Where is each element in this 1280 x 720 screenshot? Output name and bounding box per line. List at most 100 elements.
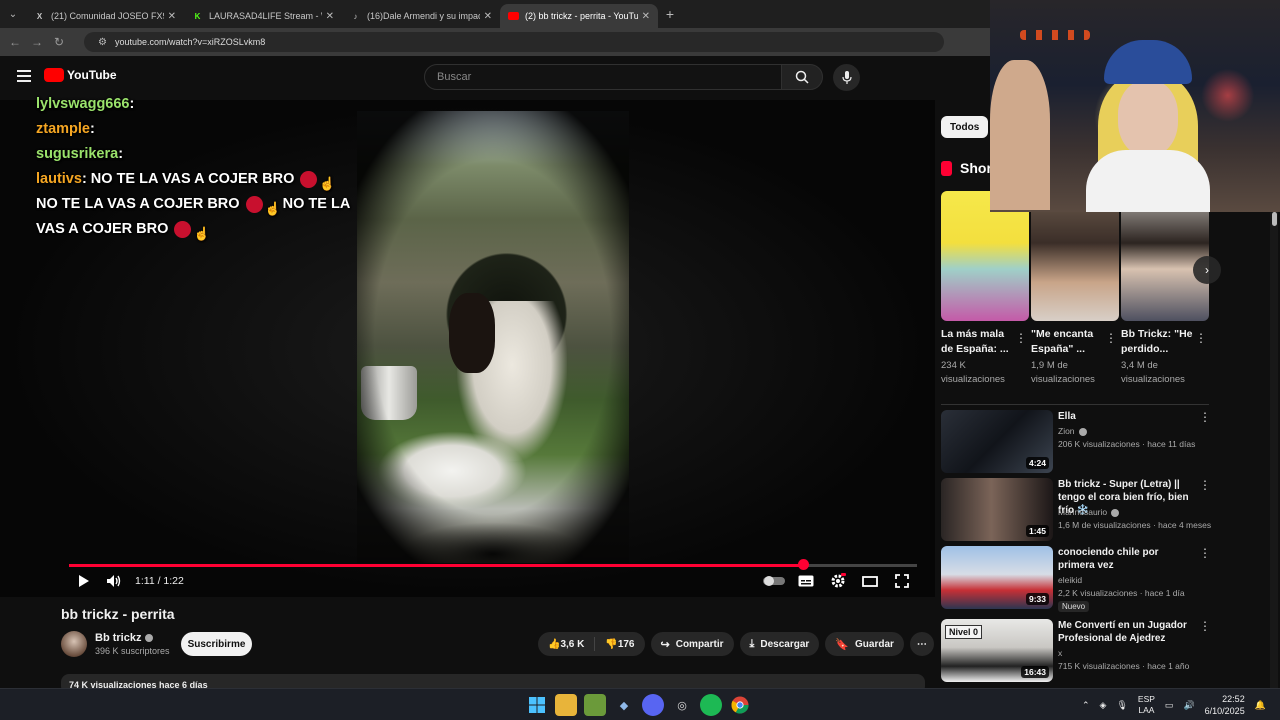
file-explorer-icon[interactable] xyxy=(555,694,577,716)
notification-bell-icon[interactable]: 🔔 xyxy=(1255,700,1266,711)
subscribe-button[interactable]: Suscribirme xyxy=(181,632,252,656)
chevron-up-icon[interactable]: ⌃ xyxy=(1082,700,1090,711)
short-title[interactable]: La más mala de España: ... xyxy=(941,327,1017,357)
fullscreen-button[interactable] xyxy=(887,570,917,592)
share-button[interactable]: ↪ Compartir xyxy=(650,632,734,656)
like-button[interactable]: 👍 3,6 K xyxy=(538,632,594,656)
recommendation-channel[interactable]: Zion xyxy=(1058,426,1087,436)
recommendation-channel[interactable]: Marinosaurio xyxy=(1058,507,1120,517)
recommendation-thumbnail[interactable]: 1:45 xyxy=(941,478,1053,541)
close-tab-icon[interactable]: ✕ xyxy=(168,11,176,22)
scrollbar-thumb[interactable] xyxy=(1272,212,1277,226)
recommendation-thumbnail[interactable]: 4:24 xyxy=(941,410,1053,473)
close-tab-icon[interactable]: ✕ xyxy=(484,11,492,22)
search-box[interactable] xyxy=(424,64,782,90)
chip-all[interactable]: Todos xyxy=(941,116,989,138)
save-label: Guardar xyxy=(855,638,894,650)
download-button[interactable]: ⤓ Descargar xyxy=(739,632,820,656)
xbox-app-icon[interactable] xyxy=(584,694,606,716)
github-desktop-icon[interactable]: ◎ xyxy=(671,694,693,716)
channel-name-row[interactable]: Bb trickz xyxy=(95,632,170,644)
recommendation-item[interactable]: 4:24 Ella Zion 206 K visualizaciones · h… xyxy=(941,410,1213,474)
tab-search-button[interactable]: ⌄ xyxy=(0,0,26,28)
recommendation-title[interactable]: Me Convertí en un Jugador Profesional de… xyxy=(1058,619,1198,645)
discord-icon[interactable] xyxy=(642,694,664,716)
recommendation-channel[interactable]: x xyxy=(1058,648,1062,658)
webcam-shirt xyxy=(1086,150,1210,212)
reload-icon[interactable]: ↻ xyxy=(48,35,70,49)
new-tab-button[interactable]: + xyxy=(658,6,682,22)
search-input[interactable] xyxy=(437,71,737,83)
more-actions-button[interactable]: ⋯ xyxy=(909,632,934,656)
shorts-logo-icon xyxy=(941,160,952,176)
browser-tab-x[interactable]: X (21) Comunidad JOSEO FX9Y... ✕ xyxy=(26,4,184,28)
more-vertical-icon[interactable]: ⋮ xyxy=(1199,478,1211,492)
volume-button[interactable] xyxy=(99,570,129,592)
subtitles-button[interactable] xyxy=(791,570,821,592)
more-vertical-icon[interactable]: ⋮ xyxy=(1015,331,1027,345)
start-windows-icon[interactable] xyxy=(526,694,548,716)
recommendation-item[interactable]: 9:33 conociendo chile por primera vez el… xyxy=(941,546,1213,612)
progress-bar[interactable] xyxy=(69,559,917,570)
youtube-logo[interactable]: YouTube xyxy=(44,68,117,82)
recommendation-title[interactable]: Ella xyxy=(1058,410,1198,423)
dislike-button[interactable]: 👎 176 xyxy=(595,632,644,656)
recommendation-title[interactable]: conociendo chile por primera vez xyxy=(1058,546,1198,572)
recommendation-item[interactable]: 1:45 Bb trickz - Super (Letra) || tengo … xyxy=(941,478,1213,542)
back-arrow-icon[interactable]: ← xyxy=(4,35,26,49)
channel-avatar[interactable] xyxy=(61,631,87,657)
tab-title: (2) bb trickz - perrita - YouTube xyxy=(525,11,638,21)
language-indicator[interactable]: ESP LAA xyxy=(1138,694,1155,716)
menu-icon[interactable] xyxy=(17,70,31,82)
channel-name[interactable]: Zion xyxy=(1058,426,1075,436)
theater-mode-button[interactable] xyxy=(855,570,885,592)
scrollbar-track[interactable] xyxy=(1270,212,1278,688)
duration-badge: 9:33 xyxy=(1025,593,1049,605)
short-item[interactable]: La más mala de España: ... 234 K visuali… xyxy=(941,191,1029,387)
short-title[interactable]: "Me encanta España" ... xyxy=(1031,327,1107,357)
settings-button[interactable] xyxy=(823,570,853,592)
progress-scrubber[interactable] xyxy=(798,559,810,570)
recommendation-channel[interactable]: eleikid xyxy=(1058,575,1082,585)
close-tab-icon[interactable]: ✕ xyxy=(642,11,650,22)
channel-name[interactable]: Bb trickz xyxy=(95,632,141,644)
recommendation-item[interactable]: Nivel 0 16:43 Me Convertí en un Jugador … xyxy=(941,619,1213,683)
clock[interactable]: 22:52 6/10/2025 xyxy=(1205,693,1245,717)
chrome-icon[interactable] xyxy=(729,694,751,716)
subscriber-count: 396 K suscriptores xyxy=(95,646,170,656)
short-item[interactable]: Bb Trickz: "He perdido... 3,4 M de visua… xyxy=(1121,191,1209,387)
microphone-icon[interactable]: 🎙 xyxy=(1116,700,1127,711)
more-vertical-icon[interactable]: ⋮ xyxy=(1199,546,1211,560)
recommendation-thumbnail[interactable]: Nivel 0 16:43 xyxy=(941,619,1053,682)
voice-search-button[interactable] xyxy=(833,64,860,91)
browser-tab-kick[interactable]: K LAURASAD4LIFE Stream - Watc ✕ xyxy=(184,4,342,28)
video-frame[interactable] xyxy=(357,111,629,563)
new-badge: Nuevo xyxy=(1058,601,1090,612)
search-button[interactable] xyxy=(781,64,823,90)
spotify-icon[interactable] xyxy=(700,694,722,716)
speaker-icon[interactable]: 🔊 xyxy=(1183,700,1194,711)
play-button[interactable] xyxy=(69,570,99,592)
more-vertical-icon[interactable]: ⋮ xyxy=(1199,410,1211,424)
security-icon[interactable]: ◈ xyxy=(1100,700,1107,711)
steam-icon[interactable]: ◆ xyxy=(613,694,635,716)
address-bar[interactable]: ⚙ youtube.com/watch?v=xiRZOSLvkm8 xyxy=(84,32,944,52)
shorts-next-button[interactable]: › xyxy=(1193,256,1221,284)
more-vertical-icon[interactable]: ⋮ xyxy=(1199,619,1211,633)
autoplay-toggle[interactable] xyxy=(759,570,789,592)
forward-arrow-icon[interactable]: → xyxy=(26,35,48,49)
short-title[interactable]: Bb Trickz: "He perdido... xyxy=(1121,327,1197,357)
save-button[interactable]: 🔖 Guardar xyxy=(825,632,904,656)
short-item[interactable]: "Me encanta España" ... 1,9 M de visuali… xyxy=(1031,191,1119,387)
channel-name[interactable]: Marinosaurio xyxy=(1058,507,1107,517)
network-icon[interactable]: ▭ xyxy=(1165,700,1174,711)
more-vertical-icon[interactable]: ⋮ xyxy=(1195,331,1207,345)
browser-tab-youtube[interactable]: (2) bb trickz - perrita - YouTube ✕ xyxy=(500,4,658,28)
recommendation-meta: 206 K visualizaciones · hace 11 días xyxy=(1058,439,1196,449)
browser-tab-tiktok[interactable]: ♪ (16)Dale Armendi y su impacto ✕ xyxy=(342,4,500,28)
more-vertical-icon[interactable]: ⋮ xyxy=(1105,331,1117,345)
close-tab-icon[interactable]: ✕ xyxy=(326,11,334,22)
site-info-icon[interactable]: ⚙ xyxy=(98,37,107,48)
recommendation-thumbnail[interactable]: 9:33 xyxy=(941,546,1053,609)
video-player[interactable]: lylvswagg666: ztample: sugusrikera: laut… xyxy=(0,96,935,597)
